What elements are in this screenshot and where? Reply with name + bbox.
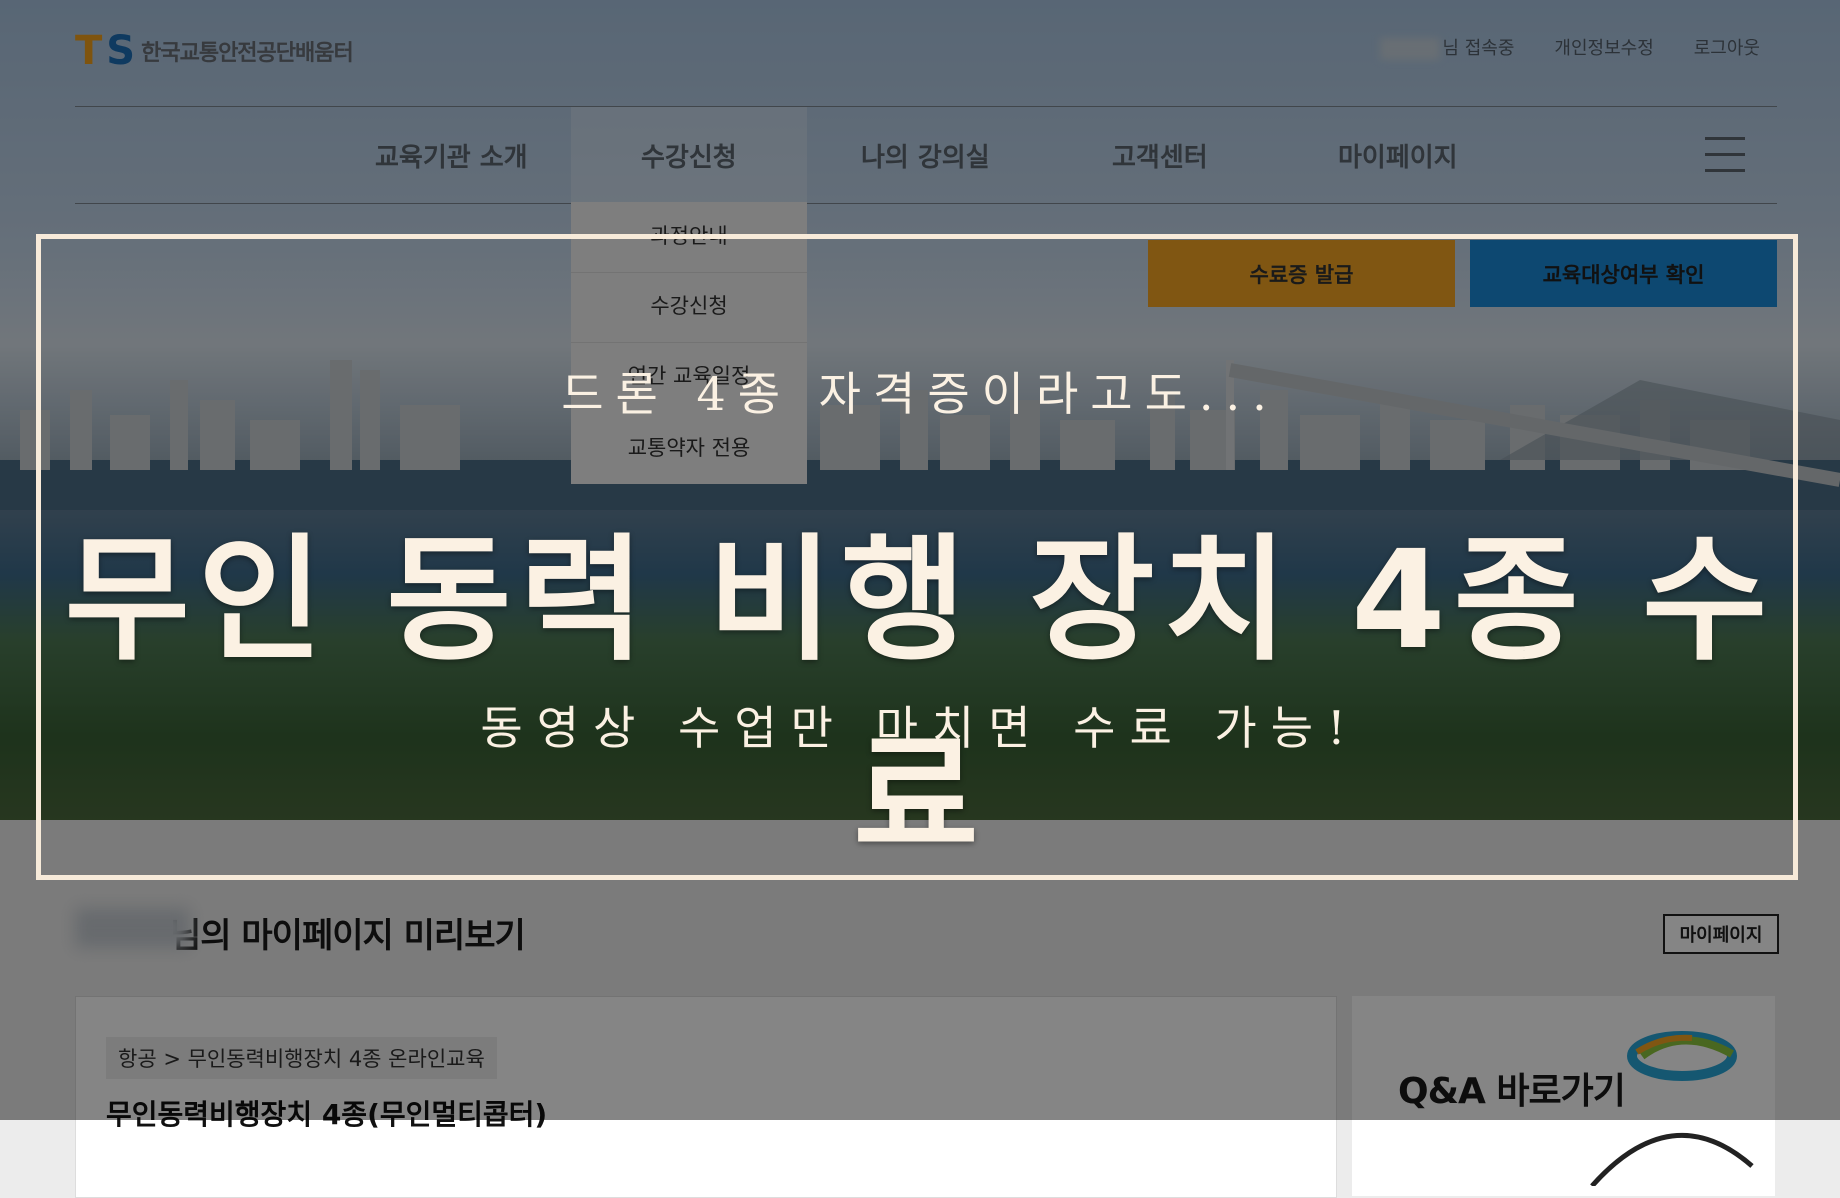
overlay-sub-caption: 동영상 수업만 마치면 수료 가능! xyxy=(480,701,1360,755)
overlay-top-caption: 드론 4종 자격증이라고도... xyxy=(561,367,1279,421)
overlay-main-headline: 무인 동력 비행 장치 4종 수료 xyxy=(64,522,1776,877)
